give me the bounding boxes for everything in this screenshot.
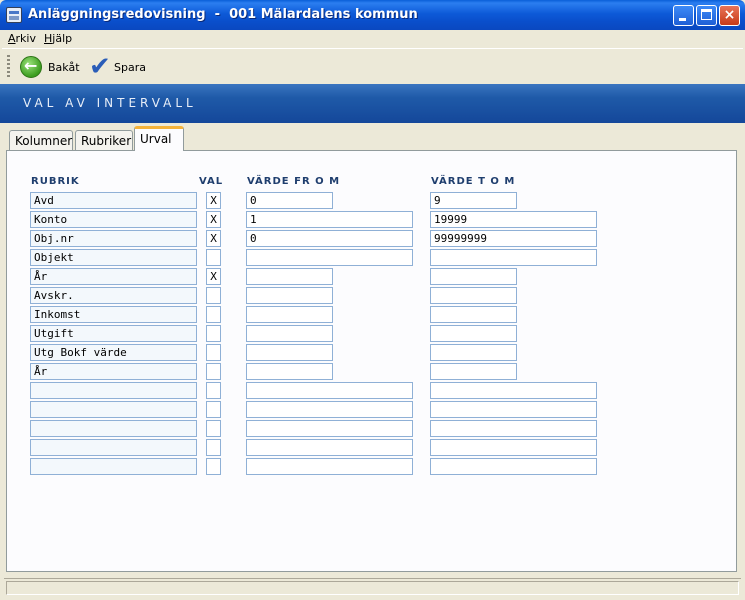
tab-urval[interactable]: Urval	[134, 126, 184, 151]
rubrik-cell	[30, 439, 197, 456]
val-checkbox[interactable]	[206, 306, 221, 323]
value-tom-input[interactable]: 9	[430, 192, 517, 209]
header-val: VAL	[199, 176, 224, 187]
val-checkbox[interactable]	[206, 420, 221, 437]
value-from-input[interactable]	[246, 363, 333, 380]
value-from-input[interactable]	[246, 382, 413, 399]
value-from-input[interactable]	[246, 344, 333, 361]
tab-rubriker[interactable]: Rubriker	[75, 130, 133, 150]
value-from-input[interactable]	[246, 420, 413, 437]
value-from-input[interactable]: 0	[246, 192, 333, 209]
save-label: Spara	[114, 61, 146, 74]
val-checkbox[interactable]: X	[206, 230, 221, 247]
maximize-button[interactable]	[696, 5, 717, 26]
rubrik-cell: År	[30, 363, 197, 380]
val-checkbox[interactable]	[206, 249, 221, 266]
back-arrow-icon	[20, 56, 42, 78]
header-from: VÄRDE FR O M	[247, 176, 341, 187]
close-button[interactable]: ×	[719, 5, 740, 26]
val-checkbox[interactable]	[206, 401, 221, 418]
page-title: VAL AV INTERVALL	[23, 96, 197, 110]
save-button[interactable]: ✔ Spara	[85, 53, 147, 81]
val-checkbox[interactable]	[206, 382, 221, 399]
value-from-input[interactable]: 1	[246, 211, 413, 228]
header-tom: VÄRDE T O M	[431, 176, 516, 187]
back-button[interactable]: Bakåt	[18, 53, 80, 81]
value-from-input[interactable]	[246, 249, 413, 266]
status-panel	[6, 581, 739, 595]
rubrik-cell	[30, 420, 197, 437]
value-tom-input[interactable]	[430, 382, 597, 399]
val-checkbox[interactable]: X	[206, 211, 221, 228]
header-rubrik: RUBRIK	[31, 176, 80, 187]
val-checkbox[interactable]	[206, 287, 221, 304]
value-from-input[interactable]	[246, 287, 333, 304]
header-banner: VAL AV INTERVALL	[0, 84, 745, 123]
value-from-input[interactable]	[246, 401, 413, 418]
minimize-button[interactable]	[673, 5, 694, 26]
rubrik-cell: Utg Bokf värde	[30, 344, 197, 361]
rubrik-cell: Avskr.	[30, 287, 197, 304]
rubrik-cell: Utgift	[30, 325, 197, 342]
menu-bar: Arkiv Hjälp	[0, 30, 745, 48]
checkmark-icon: ✔	[89, 52, 111, 82]
value-from-input[interactable]	[246, 268, 333, 285]
value-tom-input[interactable]	[430, 458, 597, 475]
val-checkbox[interactable]	[206, 458, 221, 475]
val-checkbox[interactable]	[206, 439, 221, 456]
value-from-input[interactable]: 0	[246, 230, 413, 247]
toolbar-grip[interactable]	[7, 55, 10, 79]
status-bar	[4, 578, 741, 597]
menu-arkiv[interactable]: Arkiv	[8, 32, 36, 45]
title-bar[interactable]: Anläggningsredovisning - 001 Mälardalens…	[0, 0, 745, 30]
value-from-input[interactable]	[246, 306, 333, 323]
rubrik-cell: Avd	[30, 192, 197, 209]
toolbar: Bakåt ✔ Spara	[2, 48, 743, 86]
rubrik-cell: Obj.nr	[30, 230, 197, 247]
rubrik-cell	[30, 401, 197, 418]
value-tom-input[interactable]	[430, 249, 597, 266]
value-tom-input[interactable]	[430, 401, 597, 418]
value-tom-input[interactable]	[430, 439, 597, 456]
val-checkbox[interactable]	[206, 344, 221, 361]
value-tom-input[interactable]	[430, 363, 517, 380]
value-tom-input[interactable]: 19999	[430, 211, 597, 228]
rubrik-cell: Objekt	[30, 249, 197, 266]
value-from-input[interactable]	[246, 439, 413, 456]
rubrik-cell: År	[30, 268, 197, 285]
menu-hjalp[interactable]: Hjälp	[44, 32, 72, 45]
val-checkbox[interactable]: X	[206, 268, 221, 285]
value-tom-input[interactable]	[430, 306, 517, 323]
rubrik-cell: Inkomst	[30, 306, 197, 323]
window-title: Anläggningsredovisning - 001 Mälardalens…	[28, 7, 418, 22]
value-tom-input[interactable]	[430, 420, 597, 437]
val-checkbox[interactable]	[206, 325, 221, 342]
rubrik-cell: Konto	[30, 211, 197, 228]
app-icon	[6, 7, 22, 23]
value-tom-input[interactable]: 99999999	[430, 230, 597, 247]
rubrik-cell	[30, 382, 197, 399]
value-tom-input[interactable]	[430, 287, 517, 304]
value-tom-input[interactable]	[430, 344, 517, 361]
tab-kolumner[interactable]: Kolumner	[9, 130, 73, 150]
rubrik-cell	[30, 458, 197, 475]
val-checkbox[interactable]	[206, 363, 221, 380]
close-icon: ×	[723, 7, 736, 23]
value-tom-input[interactable]	[430, 268, 517, 285]
val-checkbox[interactable]: X	[206, 192, 221, 209]
value-tom-input[interactable]	[430, 325, 517, 342]
value-from-input[interactable]	[246, 325, 333, 342]
value-from-input[interactable]	[246, 458, 413, 475]
back-label: Bakåt	[48, 61, 80, 74]
